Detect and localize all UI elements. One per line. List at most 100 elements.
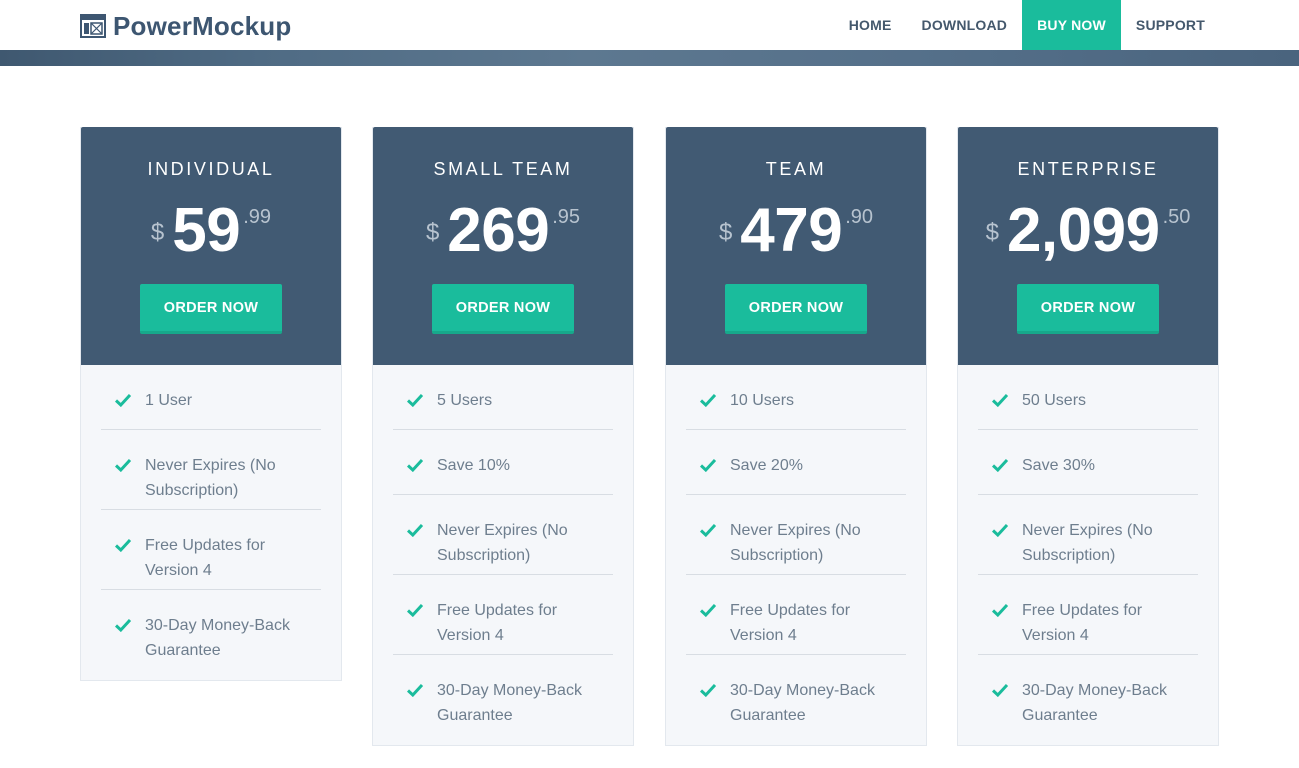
- plan-name: ENTERPRISE: [1017, 159, 1159, 179]
- feature-text: 10 Users: [730, 392, 795, 409]
- list-item: Never Expires (No Subscription): [101, 430, 321, 510]
- pricing-plans: INDIVIDUAL $ 59 .99 ORDER NOW 1 User Nev…: [80, 127, 1220, 747]
- brand-name: PowerMockup: [113, 10, 292, 41]
- plan-name: INDIVIDUAL: [147, 159, 275, 179]
- price-currency: $: [425, 219, 440, 246]
- plan-card-enterprise: ENTERPRISE $ 2,099 .50 ORDER NOW 50 User…: [957, 127, 1219, 746]
- feature-text: Free Updates for Version 4: [437, 602, 558, 644]
- plan-price: $ 269 .95: [373, 199, 633, 263]
- check-icon: [407, 603, 423, 617]
- feature-list: 1 User Never Expires (No Subscription) F…: [81, 365, 341, 680]
- check-icon: [992, 603, 1008, 617]
- price-cents: .95: [552, 206, 581, 228]
- hero-banner-edge: [0, 50, 1299, 66]
- list-item: 30-Day Money-Back Guarantee: [686, 655, 906, 745]
- nav-support[interactable]: SUPPORT: [1121, 0, 1220, 50]
- list-item: Never Expires (No Subscription): [393, 495, 613, 575]
- check-icon: [115, 458, 131, 472]
- check-icon: [407, 523, 423, 537]
- list-item: 30-Day Money-Back Guarantee: [393, 655, 613, 745]
- feature-text: Free Updates for Version 4: [730, 602, 851, 644]
- feature-list: 50 Users Save 30% Never Expires (No Subs…: [958, 365, 1218, 745]
- price-amount: 2,099: [1006, 196, 1160, 265]
- price-amount: 479: [740, 196, 843, 265]
- list-item: Never Expires (No Subscription): [686, 495, 906, 575]
- feature-text: 30-Day Money-Back Guarantee: [730, 682, 875, 724]
- brand-logo[interactable]: PowerMockup: [80, 11, 291, 41]
- order-now-button[interactable]: ORDER NOW: [432, 284, 574, 334]
- plan-price: $ 479 .90: [666, 199, 926, 263]
- feature-text: Never Expires (No Subscription): [1022, 522, 1153, 564]
- list-item: 30-Day Money-Back Guarantee: [978, 655, 1198, 745]
- price-currency: $: [150, 219, 165, 246]
- price-cents: .99: [243, 206, 272, 228]
- feature-text: Save 10%: [437, 457, 510, 474]
- check-icon: [700, 458, 716, 472]
- price-cents: .90: [845, 206, 874, 228]
- plan-header: SMALL TEAM $ 269 .95 ORDER NOW: [373, 127, 633, 365]
- list-item: Never Expires (No Subscription): [978, 495, 1198, 575]
- order-now-button[interactable]: ORDER NOW: [725, 284, 867, 334]
- check-icon: [407, 683, 423, 697]
- plan-header: ENTERPRISE $ 2,099 .50 ORDER NOW: [958, 127, 1218, 365]
- price-amount: 269: [447, 196, 550, 265]
- list-item: Save 30%: [978, 430, 1198, 495]
- feature-text: 30-Day Money-Back Guarantee: [437, 682, 582, 724]
- price-cents: .50: [1162, 206, 1191, 228]
- check-icon: [700, 523, 716, 537]
- list-item: Save 10%: [393, 430, 613, 495]
- check-icon: [115, 538, 131, 552]
- price-amount: 59: [172, 196, 241, 265]
- order-now-button[interactable]: ORDER NOW: [140, 284, 282, 334]
- plan-name: TEAM: [765, 159, 827, 179]
- check-icon: [992, 458, 1008, 472]
- plan-price: $ 2,099 .50: [958, 199, 1218, 263]
- top-navbar: PowerMockup HOME DOWNLOAD BUY NOW SUPPOR…: [0, 0, 1299, 50]
- wireframe-window-icon: [80, 14, 106, 38]
- check-icon: [115, 618, 131, 632]
- list-item: Free Updates for Version 4: [393, 575, 613, 655]
- order-now-button[interactable]: ORDER NOW: [1017, 284, 1159, 334]
- nav-home[interactable]: HOME: [834, 0, 907, 50]
- check-icon: [700, 683, 716, 697]
- feature-text: 1 User: [145, 392, 193, 409]
- plan-card-small-team: SMALL TEAM $ 269 .95 ORDER NOW 5 Users S…: [372, 127, 634, 746]
- feature-text: 30-Day Money-Back Guarantee: [145, 617, 290, 659]
- check-icon: [992, 683, 1008, 697]
- plan-header: INDIVIDUAL $ 59 .99 ORDER NOW: [81, 127, 341, 365]
- nav-buy-now[interactable]: BUY NOW: [1022, 0, 1121, 50]
- check-icon: [407, 458, 423, 472]
- plan-card-individual: INDIVIDUAL $ 59 .99 ORDER NOW 1 User Nev…: [80, 127, 342, 681]
- feature-text: Never Expires (No Subscription): [730, 522, 861, 564]
- list-item: Save 20%: [686, 430, 906, 495]
- check-icon: [700, 603, 716, 617]
- main-nav: HOME DOWNLOAD BUY NOW SUPPORT: [834, 0, 1220, 50]
- plan-header: TEAM $ 479 .90 ORDER NOW: [666, 127, 926, 365]
- feature-text: 5 Users: [437, 392, 493, 409]
- feature-text: Save 20%: [730, 457, 803, 474]
- check-icon: [115, 393, 131, 407]
- check-icon: [992, 523, 1008, 537]
- feature-text: 30-Day Money-Back Guarantee: [1022, 682, 1167, 724]
- feature-text: Free Updates for Version 4: [1022, 602, 1143, 644]
- list-item: Free Updates for Version 4: [101, 510, 321, 590]
- feature-text: Save 30%: [1022, 457, 1095, 474]
- plan-price: $ 59 .99: [81, 199, 341, 263]
- price-currency: $: [718, 219, 733, 246]
- list-item: 30-Day Money-Back Guarantee: [101, 590, 321, 680]
- check-icon: [407, 393, 423, 407]
- feature-text: Free Updates for Version 4: [145, 537, 266, 579]
- feature-text: 50 Users: [1022, 392, 1087, 409]
- list-item: 1 User: [101, 365, 321, 430]
- list-item: Free Updates for Version 4: [686, 575, 906, 655]
- list-item: Free Updates for Version 4: [978, 575, 1198, 655]
- nav-download[interactable]: DOWNLOAD: [907, 0, 1023, 50]
- list-item: 5 Users: [393, 365, 613, 430]
- feature-text: Never Expires (No Subscription): [437, 522, 568, 564]
- feature-list: 10 Users Save 20% Never Expires (No Subs…: [666, 365, 926, 745]
- plan-card-team: TEAM $ 479 .90 ORDER NOW 10 Users Save 2…: [665, 127, 927, 746]
- check-icon: [700, 393, 716, 407]
- feature-text: Never Expires (No Subscription): [145, 457, 276, 499]
- check-icon: [992, 393, 1008, 407]
- list-item: 50 Users: [978, 365, 1198, 430]
